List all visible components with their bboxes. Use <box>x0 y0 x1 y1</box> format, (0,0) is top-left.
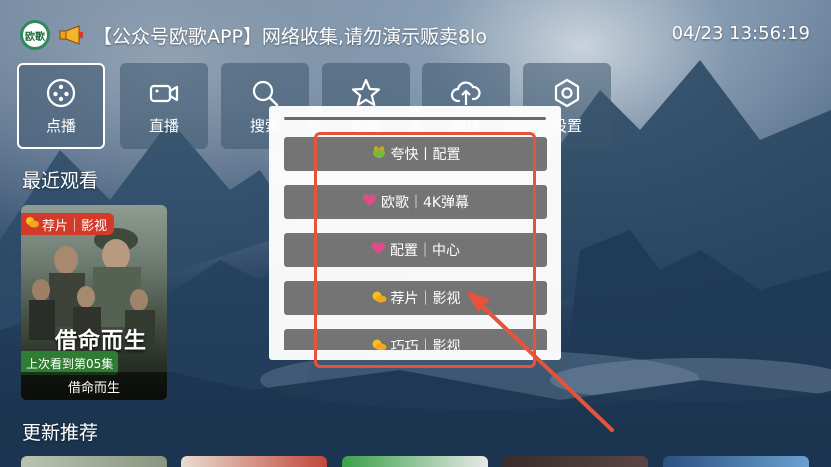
search-icon <box>252 80 279 106</box>
nav-label: 直播 <box>148 116 179 135</box>
recent-card[interactable]: 荐片｜影视 借命而生 上次看到第05集 借命而生 <box>21 205 167 400</box>
annotation-highlight-box <box>314 132 536 368</box>
card-title: 借命而生 <box>21 372 167 400</box>
announcement-banner: 【公众号欧歌APP】网络收集,请勿演示贩卖8lo <box>93 26 487 48</box>
nav-tile-live[interactable]: 直播 <box>120 63 208 149</box>
nav-label: 点播 <box>45 116 76 135</box>
update-thumb[interactable] <box>21 456 167 467</box>
top-bar: 欧歌 【公众号欧歌APP】网络收集,请勿演示贩卖8lo 04/23 13:56:… <box>0 0 831 60</box>
source-badge: 荐片｜影视 <box>21 213 115 235</box>
update-thumb[interactable] <box>663 456 809 467</box>
sun-cloud-icon <box>25 216 39 232</box>
video-camera-icon <box>149 84 179 102</box>
update-thumb[interactable] <box>502 456 648 467</box>
cloud-upload-icon <box>450 80 481 105</box>
update-thumb[interactable] <box>181 456 327 467</box>
updates-section-title: 更新推荐 <box>22 422 99 444</box>
update-thumb[interactable] <box>342 456 488 467</box>
nav-tile-vod[interactable]: 点播 <box>17 63 105 149</box>
gear-icon <box>554 78 580 107</box>
clock: 04/23 13:56:19 <box>671 23 810 44</box>
star-icon <box>351 78 381 106</box>
app-logo: 欧歌 <box>20 20 50 50</box>
megaphone-icon <box>59 25 83 45</box>
film-reel-icon <box>46 78 76 107</box>
recent-section-title: 最近观看 <box>22 170 99 192</box>
